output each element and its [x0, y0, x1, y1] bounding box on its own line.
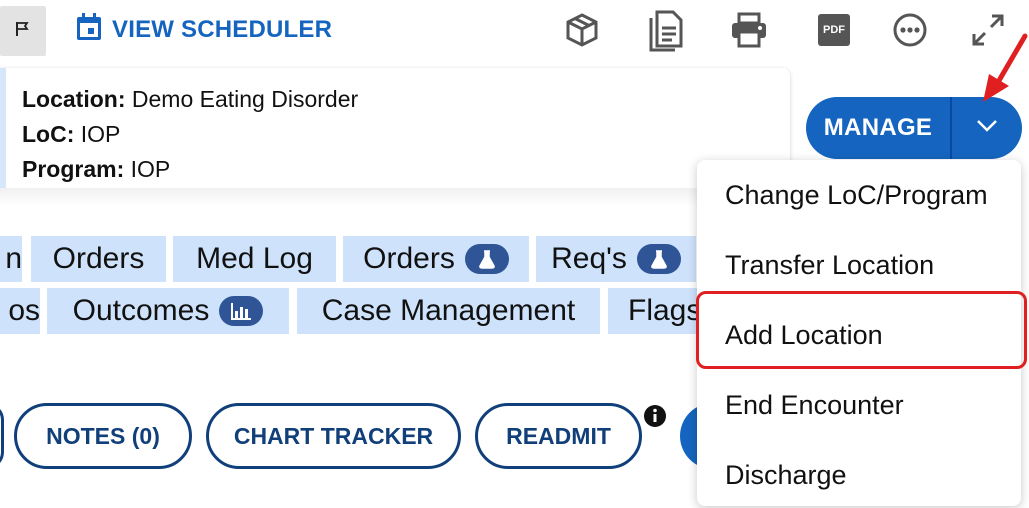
location-line: Location: Demo Eating Disorder: [22, 86, 358, 113]
view-scheduler-label: VIEW SCHEDULER: [112, 16, 333, 43]
printer-icon[interactable]: [727, 8, 771, 52]
bar-chart-icon: [219, 296, 264, 326]
readmit-button[interactable]: READMIT: [475, 403, 642, 469]
document-icon[interactable]: [644, 8, 688, 52]
loc-line: LoC: IOP: [22, 121, 120, 148]
manage-button[interactable]: MANAGE: [806, 114, 950, 142]
flask-icon: [464, 244, 509, 274]
loc-label: LoC:: [22, 121, 75, 147]
tab-med-log[interactable]: Med Log: [173, 236, 336, 282]
tab-label: n: [5, 242, 22, 275]
menu-item-add-location[interactable]: Add Location: [725, 320, 883, 351]
partial-action-button[interactable]: [0, 403, 4, 469]
tab-label: Flags: [628, 294, 700, 327]
flask-icon: [636, 244, 681, 274]
tab-label: Case Management: [321, 294, 576, 327]
tab-label: Outcomes: [72, 294, 210, 327]
calendar-icon: [76, 12, 102, 48]
location-label: Location:: [22, 86, 126, 112]
divider-band: [0, 188, 800, 206]
tab-case-management[interactable]: Case Management: [297, 288, 600, 334]
tab-partial-left-2[interactable]: os: [0, 288, 40, 334]
more-icon[interactable]: [888, 8, 932, 52]
red-arrow-annotation: [975, 32, 1029, 109]
tab-label: Orders: [363, 242, 455, 275]
tab-flags[interactable]: Flags: [608, 288, 700, 334]
manage-dropdown-toggle[interactable]: [952, 119, 1022, 138]
tab-outcomes[interactable]: Outcomes: [47, 288, 289, 334]
flag-button[interactable]: [0, 6, 46, 56]
tab-label: Req's: [551, 242, 627, 275]
notes-button[interactable]: NOTES (0): [14, 403, 192, 469]
chart-tracker-button[interactable]: CHART TRACKER: [206, 403, 461, 469]
tab-label: Orders: [52, 242, 145, 275]
tab-reqs[interactable]: Req's: [536, 236, 696, 282]
loc-value: IOP: [80, 121, 121, 147]
notes-label: NOTES (0): [46, 422, 160, 449]
tab-lab-orders[interactable]: Orders: [343, 236, 529, 282]
menu-item-end-encounter[interactable]: End Encounter: [725, 390, 904, 421]
tab-partial-left[interactable]: n: [0, 236, 22, 282]
info-icon[interactable]: [643, 404, 667, 433]
location-value: Demo Eating Disorder: [131, 86, 359, 112]
package-icon[interactable]: [560, 8, 604, 52]
manage-dropdown-menu: Change LoC/Program Transfer Location Add…: [697, 160, 1021, 506]
pdf-icon[interactable]: PDF: [812, 8, 856, 52]
menu-item-change-loc-program[interactable]: Change LoC/Program: [725, 180, 988, 211]
program-value: IOP: [130, 156, 171, 182]
flag-icon: [14, 20, 32, 43]
tab-label: Med Log: [196, 242, 313, 275]
view-scheduler-link[interactable]: VIEW SCHEDULER: [76, 10, 332, 50]
tab-label: os: [8, 294, 40, 327]
tab-orders[interactable]: Orders: [31, 236, 166, 282]
chart-tracker-label: CHART TRACKER: [233, 422, 434, 449]
readmit-label: READMIT: [506, 422, 611, 449]
pdf-icon-label: PDF: [818, 14, 850, 46]
encounter-info-card: Location: Demo Eating Disorder LoC: IOP …: [0, 68, 790, 188]
program-line: Program: IOP: [22, 156, 170, 183]
program-label: Program:: [22, 156, 125, 182]
menu-item-transfer-location[interactable]: Transfer Location: [725, 250, 934, 281]
menu-item-discharge[interactable]: Discharge: [725, 460, 847, 491]
chevron-down-icon: [976, 119, 998, 138]
